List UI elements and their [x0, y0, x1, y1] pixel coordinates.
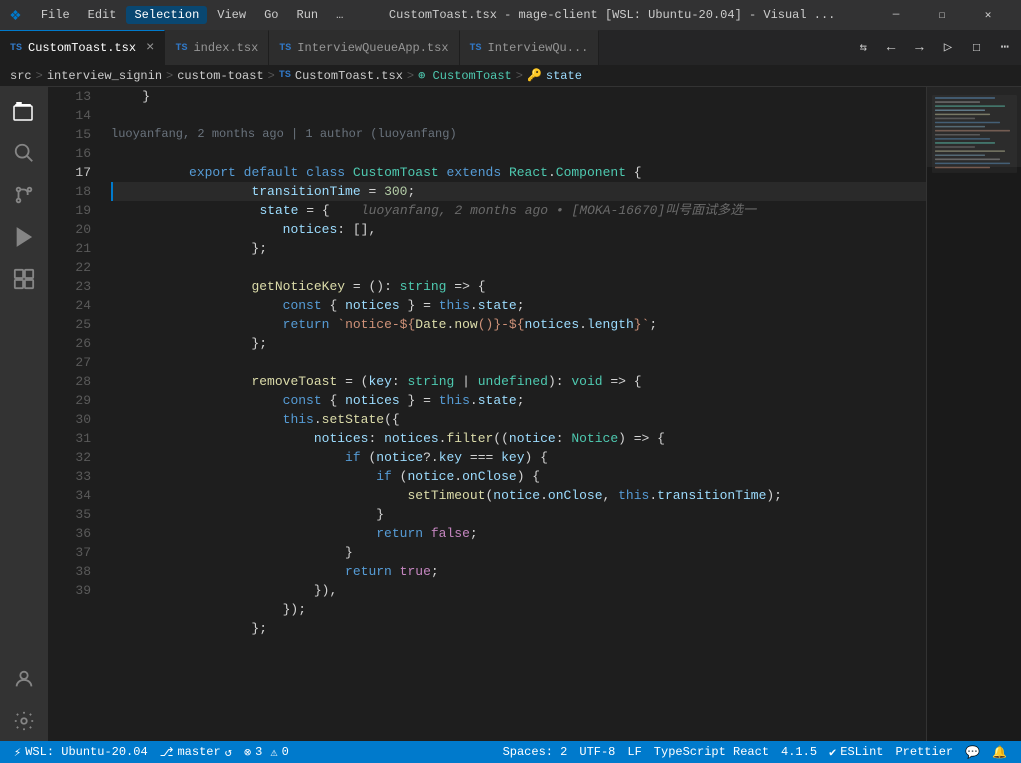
extensions-icon[interactable]	[4, 259, 44, 299]
window-controls: — ☐ ✕	[873, 0, 1011, 30]
menu-view[interactable]: View	[209, 6, 254, 24]
minimap-preview	[927, 87, 1021, 741]
code-container: 13 14 15 16 17 18 19 20 21 22 23 24 25 2…	[48, 87, 1021, 741]
nav-back-icon[interactable]: ←	[883, 38, 899, 58]
notifications-button[interactable]: 🔔	[986, 741, 1013, 763]
eslint-status[interactable]: ✔ ESLint	[823, 741, 889, 763]
line-numbers: 13 14 15 16 17 18 19 20 21 22 23 24 25 2…	[48, 87, 103, 741]
bc-custom-toast[interactable]: custom-toast	[177, 69, 263, 83]
minimize-button[interactable]: —	[873, 0, 919, 30]
bc-file[interactable]: CustomToast.tsx	[295, 69, 403, 83]
minimap-highlight	[927, 87, 1021, 167]
more-tabs-icon[interactable]: ⋯	[997, 37, 1013, 58]
encoding-label: UTF-8	[579, 745, 615, 759]
search-icon[interactable]	[4, 133, 44, 173]
code-line: luoyanfang, 2 months ago | 1 author (luo…	[111, 125, 926, 144]
ts-version[interactable]: 4.1.5	[775, 741, 823, 763]
spaces-setting[interactable]: Spaces: 2	[497, 741, 574, 763]
window-title: CustomToast.tsx - mage-client [WSL: Ubun…	[359, 8, 865, 22]
breadcrumb: src > interview_signin > custom-toast > …	[0, 65, 1021, 87]
bc-key-icon: 🔑	[527, 68, 542, 83]
language-label: TypeScript React	[654, 745, 769, 759]
code-line: getNoticeKey = (): string => {	[111, 258, 926, 277]
ts-icon: TS	[279, 43, 291, 54]
warning-count: 0	[282, 745, 289, 759]
title-bar: ❖ File Edit Selection View Go Run … Cust…	[0, 0, 1021, 30]
prettier-status[interactable]: Prettier	[889, 741, 959, 763]
ts-icon: TS	[175, 43, 187, 54]
branch-icon: ⎇	[160, 745, 174, 760]
spaces-label: Spaces: 2	[503, 745, 568, 759]
bc-src[interactable]: src	[10, 69, 32, 83]
settings-icon[interactable]	[4, 701, 44, 741]
code-line: export default class CustomToast extends…	[111, 144, 926, 163]
wsl-label: WSL: Ubuntu-20.04	[25, 745, 147, 759]
menu-more[interactable]: …	[328, 6, 351, 24]
prettier-label: Prettier	[895, 745, 953, 759]
line-ending-setting[interactable]: LF	[621, 741, 647, 763]
tabs-bar: TS CustomToast.tsx × TS index.tsx TS Int…	[0, 30, 1021, 65]
code-content: } luoyanfang, 2 months ago | 1 author (l…	[103, 87, 926, 741]
tab-custom-toast[interactable]: TS CustomToast.tsx ×	[0, 30, 165, 65]
menu-go[interactable]: Go	[256, 6, 286, 24]
errors-warnings[interactable]: ⊗ 3 ⚠ 0	[238, 741, 295, 763]
encoding-setting[interactable]: UTF-8	[573, 741, 621, 763]
tab-interview-queue-app[interactable]: TS InterviewQueueApp.tsx	[269, 30, 459, 65]
tab-label: InterviewQu...	[488, 41, 589, 55]
warning-icon: ⚠	[270, 745, 277, 760]
go-to-icon[interactable]: ▷	[940, 37, 956, 58]
minimap[interactable]	[926, 87, 1021, 741]
language-setting[interactable]: TypeScript React	[648, 741, 775, 763]
remote-icon: ⚡	[14, 745, 21, 760]
git-blame-text: luoyanfang, 2 months ago | 1 author (luo…	[111, 127, 457, 141]
bc-interview-signin[interactable]: interview_signin	[47, 69, 162, 83]
maximize-button[interactable]: ☐	[919, 0, 965, 30]
compare-icon[interactable]: ⇆	[856, 38, 871, 57]
ts-version-label: 4.1.5	[781, 745, 817, 759]
account-icon[interactable]	[4, 659, 44, 699]
split-editor-icon[interactable]: ☐	[968, 37, 984, 58]
ts-icon: TS	[10, 43, 22, 54]
code-line: }	[111, 87, 926, 106]
run-debug-icon[interactable]	[4, 217, 44, 257]
main-content: 13 14 15 16 17 18 19 20 21 22 23 24 25 2…	[0, 87, 1021, 741]
tab-index[interactable]: TS index.tsx	[165, 30, 269, 65]
code-line: removeToast = (key: string | undefined):…	[111, 353, 926, 372]
line-ending-label: LF	[627, 745, 641, 759]
sync-icon: ↺	[225, 745, 232, 760]
bc-state[interactable]: state	[546, 69, 582, 83]
menu-file[interactable]: File	[33, 6, 78, 24]
ts-icon: TS	[470, 43, 482, 54]
tab-label: index.tsx	[193, 41, 258, 55]
feedback-icon[interactable]: 💬	[959, 741, 986, 763]
feedback-icon-glyph: 💬	[965, 745, 980, 760]
nav-forward-icon[interactable]: →	[911, 38, 927, 58]
code-line	[111, 106, 926, 125]
tab-actions: ⇆ ← → ▷ ☐ ⋯	[848, 30, 1021, 65]
menu-selection[interactable]: Selection	[126, 6, 207, 24]
code-editor[interactable]: 13 14 15 16 17 18 19 20 21 22 23 24 25 2…	[48, 87, 1021, 741]
explorer-icon[interactable]	[4, 91, 44, 131]
bc-class[interactable]: ⊕ CustomToast	[418, 68, 512, 83]
eslint-icon: ✔	[829, 745, 836, 760]
menu-bar: File Edit Selection View Go Run …	[33, 6, 351, 24]
menu-run[interactable]: Run	[289, 6, 327, 24]
wsl-status[interactable]: ⚡ WSL: Ubuntu-20.04	[8, 741, 154, 763]
tab-label: CustomToast.tsx	[28, 41, 136, 55]
status-bar: ⚡ WSL: Ubuntu-20.04 ⎇ master ↺ ⊗ 3 ⚠ 0 S…	[0, 741, 1021, 763]
close-button[interactable]: ✕	[965, 0, 1011, 30]
git-branch[interactable]: ⎇ master ↺	[154, 741, 238, 763]
activity-bar	[0, 87, 48, 741]
error-icon: ⊗	[244, 745, 251, 760]
bell-icon: 🔔	[992, 745, 1007, 760]
vscode-logo: ❖	[10, 4, 21, 26]
source-control-icon[interactable]	[4, 175, 44, 215]
menu-edit[interactable]: Edit	[80, 6, 125, 24]
branch-name: master	[177, 745, 220, 759]
tab-interview-qu[interactable]: TS InterviewQu...	[460, 30, 600, 65]
eslint-label: ESLint	[840, 745, 883, 759]
tab-close-icon[interactable]: ×	[146, 40, 154, 56]
tab-label: InterviewQueueApp.tsx	[297, 41, 448, 55]
error-count: 3	[255, 745, 262, 759]
